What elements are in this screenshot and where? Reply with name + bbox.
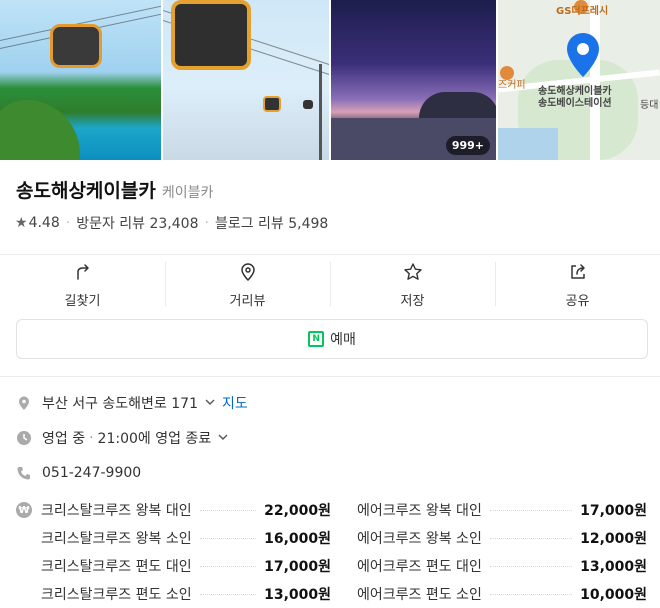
gallery-photo-1[interactable]: [0, 0, 161, 160]
place-meta: ★ 4.48 · 방문자 리뷰 23,408 · 블로그 리뷰 5,498: [15, 213, 329, 233]
price-row: 에어크루즈 왕복 소인 12,000원: [357, 528, 647, 548]
price-value: 10,000원: [580, 587, 647, 603]
star-icon: [403, 263, 422, 280]
share-icon: [570, 264, 585, 279]
place-category: 케이블카: [161, 185, 214, 201]
price-row: 크리스탈크루즈 왕복 대인 22,000원: [41, 500, 331, 520]
closing-time: 21:00에 영업 종료: [97, 431, 212, 447]
phone-row: 051-247-9900: [16, 465, 141, 481]
map-label-station: 송도베이스테이션: [538, 98, 612, 109]
price-value: 16,000원: [264, 531, 331, 547]
price-value: 12,000원: [580, 531, 647, 547]
cafe-icon: [500, 66, 514, 80]
price-name: 크리스탈크루즈 왕복 대인: [41, 503, 192, 519]
place-title: 송도해상케이블카: [16, 180, 156, 202]
map-link[interactable]: 지도: [222, 393, 248, 413]
save-button[interactable]: 저장: [330, 258, 495, 314]
price-name: 에어크루즈 편도 소인: [357, 587, 482, 603]
rating-value: 4.48: [28, 215, 60, 231]
share-label: 공유: [565, 294, 590, 309]
place-header: 송도해상케이블카 케이블카: [16, 176, 213, 203]
price-name: 에어크루즈 왕복 소인: [357, 531, 482, 547]
gallery-photo-2[interactable]: [163, 0, 329, 160]
map-label-cafe: 즈커피: [498, 80, 526, 91]
hours-row[interactable]: 영업 중 · 21:00에 영업 종료: [16, 428, 229, 448]
map-label-gs: GS더프레시: [556, 6, 609, 17]
price-value: 13,000원: [264, 587, 331, 603]
price-value: 22,000원: [264, 503, 331, 519]
directions-icon: [76, 264, 89, 280]
reserve-label: 예매: [330, 332, 356, 348]
price-row: 에어크루즈 편도 소인 10,000원: [357, 584, 647, 604]
location-pin-icon: [240, 263, 255, 282]
price-name: 크리스탈크루즈 왕복 소인: [41, 531, 192, 547]
price-row: 크리스탈크루즈 편도 대인 17,000원: [41, 556, 331, 576]
price-value: 13,000원: [580, 559, 647, 575]
action-bar: 길찾기 거리뷰 저장 공유: [0, 258, 660, 314]
open-status: 영업 중: [42, 431, 86, 447]
save-label: 저장: [400, 294, 425, 309]
price-value: 17,000원: [264, 559, 331, 575]
map-label-lighthouse: 등대: [640, 100, 659, 111]
phone-number[interactable]: 051-247-9900: [42, 465, 141, 481]
photo-gallery: 999+ GS더프레시 즈커피 송도해상케이블카 송도베이스테이션 등대: [0, 0, 660, 160]
share-button[interactable]: 공유: [495, 258, 660, 314]
address-row: 부산 서구 송도해변로 171 지도: [16, 393, 248, 413]
rating-star-icon: ★: [15, 215, 28, 231]
price-row: 에어크루즈 왕복 대인 17,000원: [357, 500, 647, 520]
gallery-photo-3[interactable]: 999+: [331, 0, 496, 160]
street-view-button[interactable]: 거리뷰: [165, 258, 330, 314]
price-row: 크리스탈크루즈 왕복 소인 16,000원: [41, 528, 331, 548]
price-name: 에어크루즈 편도 대인: [357, 559, 482, 575]
blog-reviews-link[interactable]: 블로그 리뷰 5,498: [215, 213, 328, 233]
reserve-button[interactable]: N 예매: [16, 319, 648, 359]
map-pin-icon: [567, 33, 599, 77]
address-expand-icon[interactable]: [204, 396, 216, 411]
hours-expand-icon[interactable]: [217, 431, 229, 446]
location-map[interactable]: GS더프레시 즈커피 송도해상케이블카 송도베이스테이션 등대: [498, 0, 660, 160]
directions-button[interactable]: 길찾기: [0, 258, 165, 314]
price-name: 에어크루즈 왕복 대인: [357, 503, 482, 519]
directions-label: 길찾기: [64, 294, 101, 309]
address-pin-icon: [16, 395, 32, 411]
price-name: 크리스탈크루즈 편도 대인: [41, 559, 192, 575]
price-won-icon: ₩: [16, 502, 32, 518]
street-view-label: 거리뷰: [229, 294, 266, 309]
phone-icon: [16, 465, 32, 481]
price-row: 크리스탈크루즈 편도 소인 13,000원: [41, 584, 331, 604]
visitor-reviews-link[interactable]: 방문자 리뷰 23,408: [76, 213, 198, 233]
price-value: 17,000원: [580, 503, 647, 519]
address-text: 부산 서구 송도해변로 171: [42, 396, 198, 412]
photo-count-badge[interactable]: 999+: [445, 136, 490, 155]
clock-icon: [16, 430, 32, 446]
price-name: 크리스탈크루즈 편도 소인: [41, 587, 192, 603]
price-row: 에어크루즈 편도 대인 13,000원: [357, 556, 647, 576]
map-label-place: 송도해상케이블카: [538, 86, 612, 97]
naver-booking-icon: N: [308, 331, 325, 347]
